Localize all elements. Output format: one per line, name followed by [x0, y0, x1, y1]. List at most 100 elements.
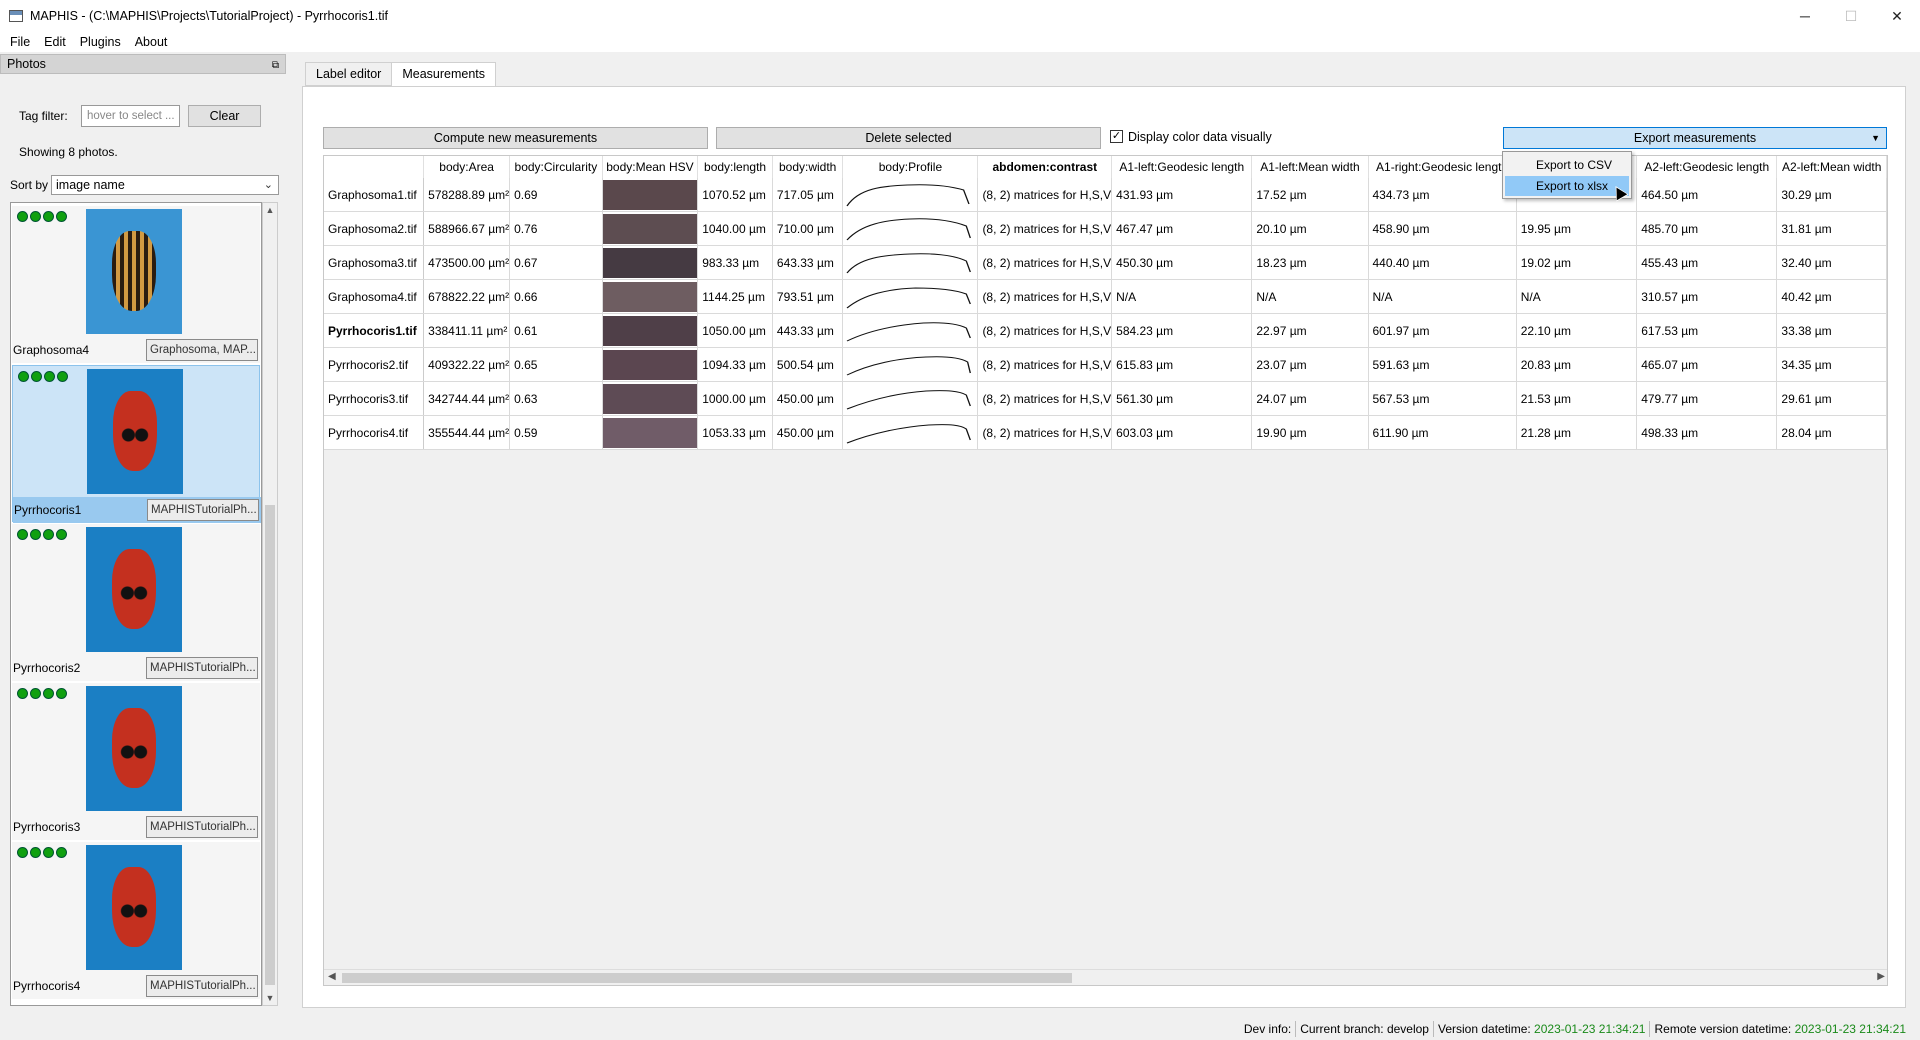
- delete-selected-button[interactable]: Delete selected: [716, 127, 1101, 149]
- table-cell[interactable]: 678822.22 µm²: [423, 279, 511, 314]
- table-cell[interactable]: 611.90 µm: [1368, 415, 1517, 450]
- maximize-button[interactable]: ☐: [1828, 0, 1874, 32]
- menu-about[interactable]: About: [135, 35, 168, 49]
- close-button[interactable]: ✕: [1874, 0, 1920, 32]
- scroll-down-icon[interactable]: ▼: [263, 993, 277, 1003]
- column-header[interactable]: A2-left:Geodesic length: [1636, 156, 1778, 178]
- table-cell[interactable]: 338411.11 µm²: [423, 313, 511, 348]
- color-swatch-cell[interactable]: [602, 211, 699, 246]
- table-cell[interactable]: 561.30 µm: [1111, 381, 1253, 416]
- table-cell[interactable]: 342744.44 µm²: [423, 381, 511, 416]
- thumbnail-tags[interactable]: MAPHISTutorialPh...: [146, 657, 258, 679]
- column-header[interactable]: body:Profile: [842, 156, 979, 178]
- export-csv-option[interactable]: Export to CSV: [1505, 155, 1629, 175]
- thumbnail-tags[interactable]: MAPHISTutorialPh...: [146, 816, 258, 838]
- thumbnail-scrollbar[interactable]: ▲ ▼: [262, 202, 278, 1006]
- table-cell[interactable]: 434.73 µm: [1368, 178, 1517, 212]
- table-cell[interactable]: 450.00 µm: [772, 381, 844, 416]
- table-cell[interactable]: 409322.22 µm²: [423, 347, 511, 382]
- profile-chart-cell[interactable]: [842, 279, 979, 314]
- table-cell[interactable]: 0.61: [509, 313, 603, 348]
- table-cell[interactable]: 440.40 µm: [1368, 245, 1517, 280]
- table-cell[interactable]: 615.83 µm: [1111, 347, 1253, 382]
- table-cell[interactable]: 473500.00 µm²: [423, 245, 511, 280]
- table-cell[interactable]: 0.76: [509, 211, 603, 246]
- table-cell[interactable]: 20.83 µm: [1516, 347, 1638, 382]
- menu-plugins[interactable]: Plugins: [80, 35, 121, 49]
- clear-button[interactable]: Clear: [188, 105, 261, 127]
- table-cell[interactable]: 464.50 µm: [1636, 178, 1778, 212]
- table-row[interactable]: Graphosoma2.tif 588966.67 µm² 0.76 1040.00 …: [324, 211, 1887, 246]
- table-cell[interactable]: 578288.89 µm²: [423, 178, 511, 212]
- table-cell[interactable]: 24.07 µm: [1251, 381, 1369, 416]
- table-cell[interactable]: 19.02 µm: [1516, 245, 1638, 280]
- column-header[interactable]: body:Area: [423, 156, 511, 178]
- scroll-up-icon[interactable]: ▲: [263, 205, 277, 215]
- table-cell[interactable]: 485.70 µm: [1636, 211, 1778, 246]
- scrollbar-thumb[interactable]: [342, 973, 1072, 983]
- row-header[interactable]: Graphosoma4.tif: [324, 279, 425, 314]
- compute-measurements-button[interactable]: Compute new measurements: [323, 127, 708, 149]
- table-cell[interactable]: 1144.25 µm: [697, 279, 773, 314]
- row-header[interactable]: Graphosoma2.tif: [324, 211, 425, 246]
- color-swatch-cell[interactable]: [602, 245, 699, 280]
- table-cell[interactable]: 450.30 µm: [1111, 245, 1253, 280]
- tag-filter-input[interactable]: hover to select ...: [81, 105, 180, 127]
- table-cell[interactable]: 30.29 µm: [1776, 178, 1887, 212]
- table-cell[interactable]: 23.07 µm: [1251, 347, 1369, 382]
- table-cell[interactable]: N/A: [1516, 279, 1638, 314]
- color-swatch-cell[interactable]: [602, 381, 699, 416]
- table-cell[interactable]: 465.07 µm: [1636, 347, 1778, 382]
- table-cell[interactable]: 19.90 µm: [1251, 415, 1369, 450]
- thumbnail-tags[interactable]: Graphosoma, MAP...: [146, 339, 258, 361]
- profile-chart-cell[interactable]: [842, 178, 979, 212]
- table-cell[interactable]: 32.40 µm: [1776, 245, 1887, 280]
- table-cell[interactable]: 1040.00 µm: [697, 211, 773, 246]
- table-cell[interactable]: (8, 2) matrices for H,S,V: [977, 178, 1113, 212]
- table-cell[interactable]: 355544.44 µm²: [423, 415, 511, 450]
- table-cell[interactable]: 617.53 µm: [1636, 313, 1778, 348]
- thumbnail-item[interactable]: Graphosoma4 Graphosoma, MAP...: [12, 206, 260, 363]
- color-swatch-cell[interactable]: [602, 279, 699, 314]
- tab-label-editor[interactable]: Label editor: [305, 62, 393, 86]
- table-cell[interactable]: 717.05 µm: [772, 178, 844, 212]
- table-cell[interactable]: 310.57 µm: [1636, 279, 1778, 314]
- color-swatch-cell[interactable]: [602, 313, 699, 348]
- table-row[interactable]: Pyrrhocoris3.tif 342744.44 µm² 0.63 1000.00…: [324, 381, 1887, 416]
- table-cell[interactable]: 601.97 µm: [1368, 313, 1517, 348]
- table-cell[interactable]: 467.47 µm: [1111, 211, 1253, 246]
- table-row[interactable]: Pyrrhocoris1.tif 338411.11 µm² 0.61 1050.00…: [324, 313, 1887, 348]
- table-cell[interactable]: 643.33 µm: [772, 245, 844, 280]
- export-measurements-button[interactable]: Export measurements ▼: [1503, 127, 1887, 149]
- row-header[interactable]: Graphosoma1.tif: [324, 178, 425, 212]
- table-cell[interactable]: 443.33 µm: [772, 313, 844, 348]
- table-cell[interactable]: 22.10 µm: [1516, 313, 1638, 348]
- table-cell[interactable]: (8, 2) matrices for H,S,V: [977, 245, 1113, 280]
- horizontal-scrollbar[interactable]: ◀ ▶: [324, 969, 1887, 985]
- column-header[interactable]: abdomen:contrast: [977, 156, 1113, 178]
- table-cell[interactable]: 1070.52 µm: [697, 178, 773, 212]
- table-cell[interactable]: 33.38 µm: [1776, 313, 1887, 348]
- table-cell[interactable]: 28.04 µm: [1776, 415, 1887, 450]
- scroll-left-icon[interactable]: ◀: [328, 971, 336, 982]
- table-row[interactable]: Pyrrhocoris4.tif 355544.44 µm² 0.59 1053.33…: [324, 415, 1887, 450]
- menu-edit[interactable]: Edit: [44, 35, 66, 49]
- table-cell[interactable]: 588966.67 µm²: [423, 211, 511, 246]
- table-cell[interactable]: 567.53 µm: [1368, 381, 1517, 416]
- table-cell[interactable]: 22.97 µm: [1251, 313, 1369, 348]
- table-cell[interactable]: 458.90 µm: [1368, 211, 1517, 246]
- thumbnail-tags[interactable]: MAPHISTutorialPh...: [147, 499, 259, 521]
- color-swatch-cell[interactable]: [602, 347, 699, 382]
- table-cell[interactable]: 29.61 µm: [1776, 381, 1887, 416]
- table-cell[interactable]: 431.93 µm: [1111, 178, 1253, 212]
- table-row[interactable]: Graphosoma4.tif 678822.22 µm² 0.66 1144.25 …: [324, 279, 1887, 314]
- table-cell[interactable]: 710.00 µm: [772, 211, 844, 246]
- table-cell[interactable]: 455.43 µm: [1636, 245, 1778, 280]
- table-cell[interactable]: N/A: [1251, 279, 1369, 314]
- column-header[interactable]: body:Mean HSV: [602, 156, 699, 178]
- color-swatch-cell[interactable]: [602, 415, 699, 450]
- table-cell[interactable]: 20.10 µm: [1251, 211, 1369, 246]
- table-cell[interactable]: 21.53 µm: [1516, 381, 1638, 416]
- scrollbar-thumb[interactable]: [265, 505, 275, 985]
- table-cell[interactable]: 31.81 µm: [1776, 211, 1887, 246]
